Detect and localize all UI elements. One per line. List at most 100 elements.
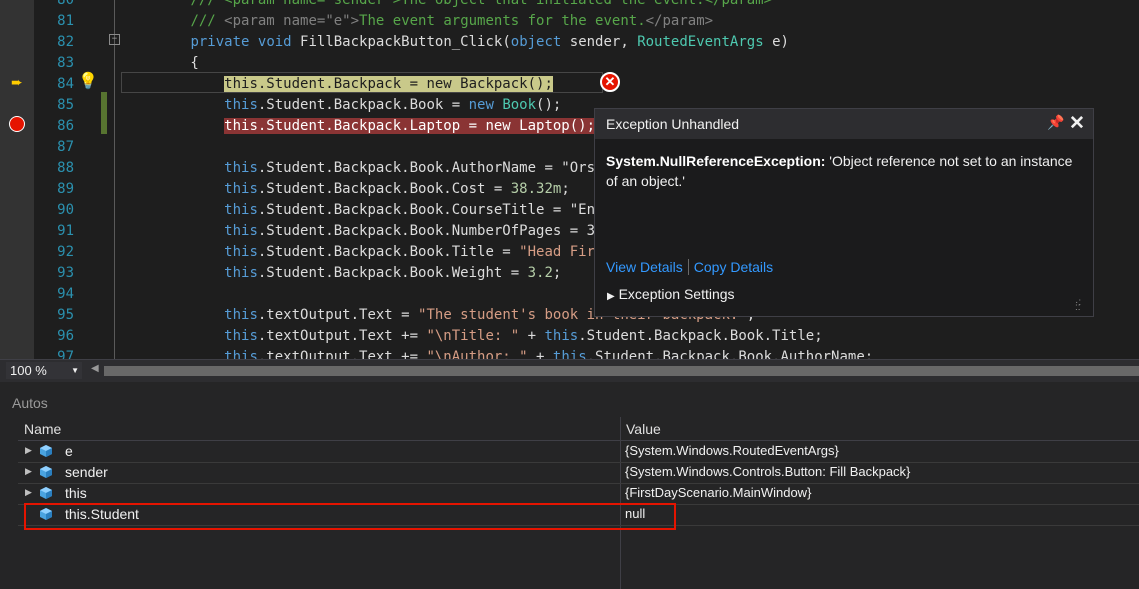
field-icon [40, 445, 52, 457]
expand-arrow-icon[interactable]: ▶ [25, 487, 32, 498]
close-icon[interactable]: ✕ [1069, 112, 1085, 135]
code-token: private [190, 34, 250, 50]
code-token: .Student.Backpack.Book.Title; [578, 328, 823, 344]
variable-name: this [65, 485, 87, 501]
code-token: "\nTitle: " [426, 328, 520, 344]
code-token: + [519, 328, 545, 344]
field-icon [40, 487, 52, 499]
zoom-dropdown[interactable]: 100 % ▼ [6, 362, 82, 379]
code-text: /// <param name="e">The event arguments … [123, 11, 713, 32]
code-text: this.Student.Backpack.Book.Weight = 3.2; [123, 263, 561, 284]
code-token: void [257, 34, 292, 50]
code-token: ; [561, 181, 570, 197]
highlight-box [24, 503, 676, 530]
code-token: + [527, 349, 553, 359]
code-token: this [224, 244, 258, 260]
name-column-header[interactable]: Name [24, 421, 61, 437]
variable-value[interactable]: {System.Windows.Controls.Button: Fill Ba… [625, 464, 910, 479]
code-text: this.Student.Backpack = new Backpack(); [123, 74, 553, 95]
expand-arrow-icon[interactable]: ▶ [25, 445, 32, 456]
code-token: this [224, 349, 258, 359]
line-number: 94 [57, 286, 74, 302]
current-statement-arrow-icon: ➨ [11, 74, 23, 90]
link-separator [687, 259, 689, 275]
code-text: this.Student.Backpack.Book = new Book(); [123, 95, 561, 116]
code-token: .Student.Backpack.Book.Title = [257, 244, 520, 260]
code-token: .Student.Backpack.Book = [257, 97, 469, 113]
code-text: this.textOutput.Text += "\nTitle: " + th… [123, 326, 823, 347]
error-icon[interactable]: ✕ [600, 72, 620, 92]
code-token: /// [190, 13, 225, 29]
line-number: 84 [57, 76, 74, 92]
dropdown-arrow-icon: ▼ [71, 366, 79, 375]
line-number: 96 [57, 328, 74, 344]
code-token: /// <param name="sender">The object that… [190, 0, 773, 8]
code-line[interactable]: 82 private void FillBackpackButton_Click… [0, 32, 1139, 53]
code-line[interactable]: 84 this.Student.Backpack = new Backpack(… [0, 74, 1139, 95]
code-line[interactable]: 80 /// <param name="sender">The object t… [0, 0, 1139, 11]
breakpoint-icon[interactable] [9, 116, 25, 132]
variable-value[interactable]: {FirstDayScenario.MainWindow} [625, 485, 811, 500]
scroll-left-icon[interactable]: ◀ [91, 363, 99, 374]
code-token: (); [536, 97, 562, 113]
code-token: this [544, 328, 579, 344]
exception-title: Exception Unhandled [606, 116, 740, 132]
code-token: this [224, 97, 258, 113]
code-token: this.Student.Backpack.Laptop = new Lapto… [224, 118, 596, 134]
variable-value[interactable]: {System.Windows.RoutedEventArgs} [625, 443, 839, 458]
code-token: this [224, 202, 258, 218]
code-token: new [468, 97, 494, 113]
code-token: 3.2 [527, 265, 553, 281]
lightbulb-icon[interactable]: 💡 [78, 71, 98, 91]
line-number: 87 [57, 139, 74, 155]
autos-row[interactable]: ▶ e {System.Windows.RoutedEventArgs} [18, 441, 1139, 463]
code-token: FillBackpackButton_Click( [291, 34, 511, 50]
variable-name: sender [65, 464, 108, 480]
line-number: 97 [57, 349, 74, 359]
view-details-link[interactable]: View Details [606, 259, 683, 275]
code-line[interactable]: 81 /// <param name="e">The event argumen… [0, 11, 1139, 32]
autos-row[interactable]: ▶ this {FirstDayScenario.MainWindow} [18, 483, 1139, 505]
exception-message: System.NullReferenceException: 'Object r… [606, 151, 1076, 191]
code-token: .textOutput.Text += [257, 328, 427, 344]
code-token: this [224, 328, 258, 344]
copy-details-link[interactable]: Copy Details [694, 259, 773, 275]
code-token: this [224, 181, 258, 197]
code-line[interactable]: 96 this.textOutput.Text += "\nTitle: " +… [0, 326, 1139, 347]
code-line[interactable]: 97 this.textOutput.Text += "\nAuthor: " … [0, 347, 1139, 359]
pin-icon[interactable]: 📌 [1047, 114, 1064, 131]
code-token: RoutedEventArgs [637, 34, 764, 50]
code-text: private void FillBackpackButton_Click(ob… [123, 32, 789, 53]
resize-grip-icon[interactable]: ·::: [1075, 298, 1081, 313]
horizontal-scrollbar[interactable] [104, 366, 1139, 376]
code-token: this [552, 349, 587, 359]
line-number: 83 [57, 55, 74, 71]
exception-settings-toggle[interactable]: ▶ Exception Settings [607, 286, 735, 302]
expand-arrow-icon[interactable]: ▶ [25, 466, 32, 477]
code-token: "\nAuthor: " [426, 349, 528, 359]
code-token: this [224, 160, 258, 176]
code-line[interactable]: 83 { [0, 53, 1139, 74]
code-token: e) [763, 34, 789, 50]
code-token: { [123, 55, 199, 71]
grid-header: Name Value [18, 417, 1139, 441]
value-column-header[interactable]: Value [626, 421, 661, 437]
exception-type: System.NullReferenceException: [606, 153, 826, 169]
autos-row[interactable]: ▶ sender {System.Windows.Controls.Button: … [18, 462, 1139, 484]
code-text: this.Student.Backpack.Book.Title = "Head… [123, 242, 654, 263]
exception-header: Exception Unhandled 📌 ✕ [595, 109, 1093, 139]
line-number: 91 [57, 223, 74, 239]
variable-name: e [65, 443, 73, 459]
code-token: this.Student.Backpack = new Backpack(); [224, 76, 553, 92]
code-token: ; [552, 265, 562, 281]
code-token: .textOutput.Text = [257, 307, 419, 323]
